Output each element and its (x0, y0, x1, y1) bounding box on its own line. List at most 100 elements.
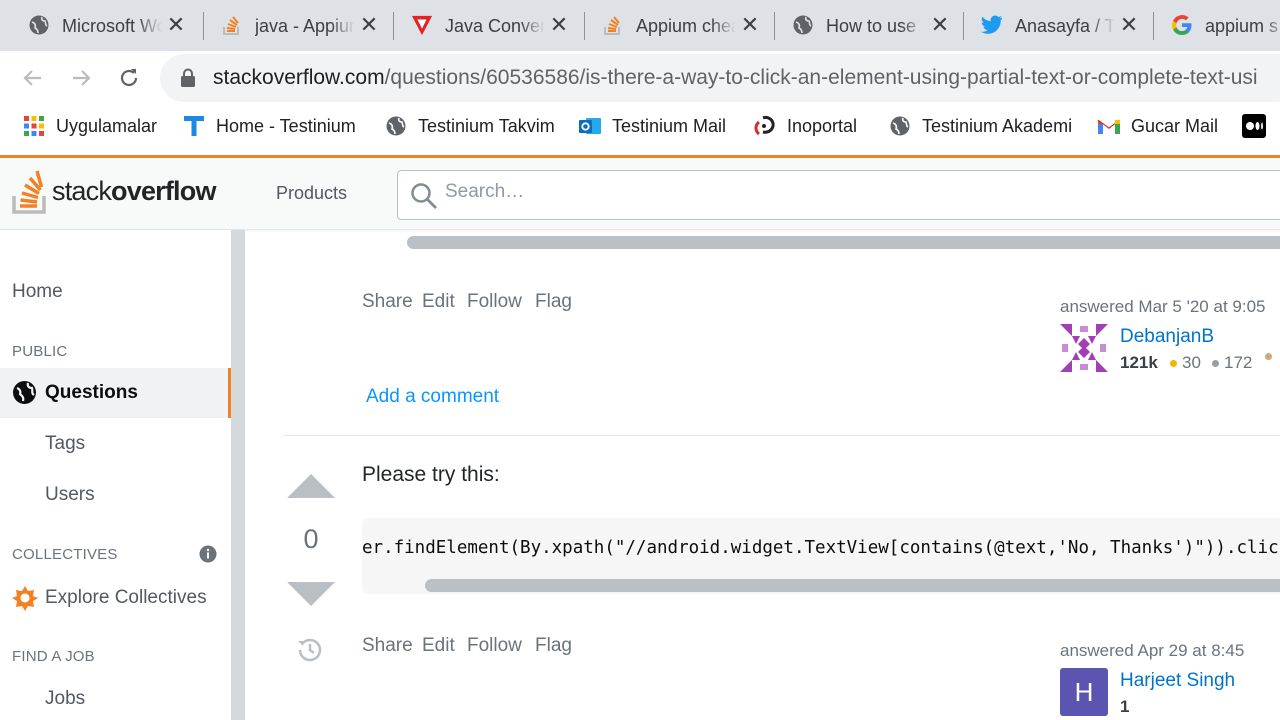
sidebar-item-label: Questions (45, 381, 138, 403)
bookmark-apps[interactable]: Uygulamalar (22, 112, 157, 140)
stackoverflow-logo-icon (12, 170, 46, 214)
close-tab-icon[interactable]: ✕ (1118, 14, 1140, 36)
collectives-icon (12, 586, 38, 611)
user-name-link[interactable]: DebanjanB (1120, 326, 1214, 348)
browser-tab[interactable]: Microsoft Word ✕ (0, 0, 203, 51)
globe-icon (792, 14, 814, 36)
testinium-icon (182, 114, 206, 138)
close-tab-icon[interactable]: ✕ (739, 14, 761, 36)
avatar[interactable]: H (1060, 668, 1108, 716)
code-horizontal-scrollbar[interactable] (407, 236, 1280, 249)
globe-icon (28, 14, 50, 36)
gold-badge-count: 30 (1170, 353, 1201, 373)
browser-tab[interactable]: Appium cheat ✕ (574, 0, 777, 51)
answered-timestamp[interactable]: answered Mar 5 '20 at 9:05 (1060, 297, 1265, 317)
sidebar-item-questions[interactable]: Questions (12, 380, 138, 405)
sidebar-item-jobs[interactable]: Jobs (45, 688, 85, 710)
tab-title: Java Converter (445, 16, 545, 36)
products-menu[interactable]: Products (276, 183, 347, 204)
logo-text: stackoverflow (52, 176, 216, 207)
avatar[interactable] (1060, 324, 1108, 377)
code-line: er.findElement(By.xpath("//android.widge… (362, 538, 1279, 558)
browser-tab[interactable]: Java Converter ✕ (383, 0, 586, 51)
twitter-icon (981, 14, 1003, 36)
inoportal-icon (753, 114, 777, 138)
medium-icon (1242, 114, 1266, 138)
url-path: /questions/60536586/is-there-a-way-to-cl… (384, 66, 1258, 89)
edit-link[interactable]: Edit (422, 291, 455, 313)
bookmark-label: Testinium Akademi (922, 115, 1073, 136)
follow-link[interactable]: Follow (467, 635, 522, 657)
bookmark-label: Inoportal (787, 115, 858, 136)
sidebar-item-home[interactable]: Home (12, 281, 63, 303)
browser-tab[interactable]: appium s (1143, 0, 1280, 51)
close-tab-icon[interactable]: ✕ (358, 14, 380, 36)
forward-icon[interactable] (68, 65, 94, 91)
share-link[interactable]: Share (362, 291, 413, 313)
stackoverflow-icon (221, 14, 243, 36)
bronze-badge-icon (1265, 353, 1272, 360)
sidebar-item-explore-collectives[interactable]: Explore Collectives (12, 585, 207, 611)
vote-count: 0 (303, 524, 319, 554)
bookmark-gucar-mail[interactable]: Gucar Mail (1097, 112, 1218, 140)
sidebar-item-tags[interactable]: Tags (45, 433, 85, 455)
apps-grid-icon (22, 114, 46, 138)
bookmark-label: Testinium Mail (612, 115, 727, 136)
logo-light-text: stack (52, 175, 112, 206)
bookmark-label: Testinium Takvim (418, 115, 555, 136)
bookmark-overflow[interactable] (1242, 112, 1276, 140)
code-horizontal-scrollbar[interactable] (425, 579, 1280, 592)
sidebar-heading-find-job: FIND A JOB (12, 648, 95, 665)
flag-link[interactable]: Flag (535, 635, 572, 657)
tab-title: Appium cheat (636, 16, 736, 36)
downvote-button[interactable] (287, 582, 335, 606)
stackoverflow-logo[interactable]: stackoverflow (12, 168, 216, 214)
browser-tab[interactable]: Anasayfa / Twitter ✕ (953, 0, 1156, 51)
search-icon (410, 182, 438, 215)
outlook-icon (578, 114, 602, 138)
bookmark-testinium-akademi[interactable]: Testinium Akademi (888, 112, 1072, 140)
globe-icon (13, 381, 36, 404)
tab-title: appium s (1205, 16, 1279, 36)
close-tab-icon[interactable]: ✕ (165, 14, 187, 36)
search-box[interactable] (397, 170, 1280, 220)
lock-icon[interactable] (180, 68, 198, 88)
back-icon[interactable] (20, 65, 46, 91)
bookmark-home-testinium[interactable]: Home - Testinium (182, 112, 356, 140)
bookmark-label: Uygulamalar (56, 115, 158, 136)
history-icon[interactable] (296, 636, 324, 669)
user-name-link[interactable]: Harjeet Singh (1120, 670, 1235, 692)
info-icon[interactable] (199, 545, 217, 568)
tab-title: java - Appium (255, 16, 355, 36)
code-block[interactable]: er.findElement(By.xpath("//android.widge… (362, 518, 1280, 594)
sidebar-item-users[interactable]: Users (45, 484, 95, 506)
left-sidebar (0, 230, 231, 720)
tab-title: Microsoft Word (62, 16, 162, 36)
google-icon (1171, 14, 1193, 36)
red-v-icon (411, 14, 433, 36)
silver-badge-icon (1212, 359, 1219, 367)
browser-tab[interactable]: java - Appium ✕ (193, 0, 396, 51)
share-link[interactable]: Share (362, 635, 413, 657)
edit-link[interactable]: Edit (422, 635, 455, 657)
sidebar-scrollbar[interactable] (231, 230, 245, 720)
answered-timestamp[interactable]: answered Apr 29 at 8:45 (1060, 641, 1244, 661)
tab-strip: Microsoft Word ✕ java - Appium ✕ Java Co… (0, 0, 1280, 51)
bookmark-testinium-takvim[interactable]: Testinium Takvim (384, 112, 555, 140)
url-text[interactable]: stackoverflow.com/questions/60536586/is-… (213, 65, 1258, 91)
bookmark-label: Home - Testinium (216, 115, 356, 136)
reload-icon[interactable] (116, 65, 142, 91)
url-host: stackoverflow.com (213, 66, 385, 89)
add-comment-link[interactable]: Add a comment (366, 386, 499, 408)
browser-tab[interactable]: How to use ✕ (764, 0, 967, 51)
bookmark-inoportal[interactable]: Inoportal (753, 112, 857, 140)
bookmark-testinium-mail[interactable]: Testinium Mail (578, 112, 726, 140)
upvote-button[interactable] (287, 474, 335, 498)
follow-link[interactable]: Follow (467, 291, 522, 313)
close-tab-icon[interactable]: ✕ (929, 14, 951, 36)
flag-link[interactable]: Flag (535, 291, 572, 313)
search-input[interactable] (445, 181, 945, 203)
stackoverflow-icon (602, 14, 624, 36)
close-tab-icon[interactable]: ✕ (548, 14, 570, 36)
tab-title: How to use (826, 16, 917, 36)
